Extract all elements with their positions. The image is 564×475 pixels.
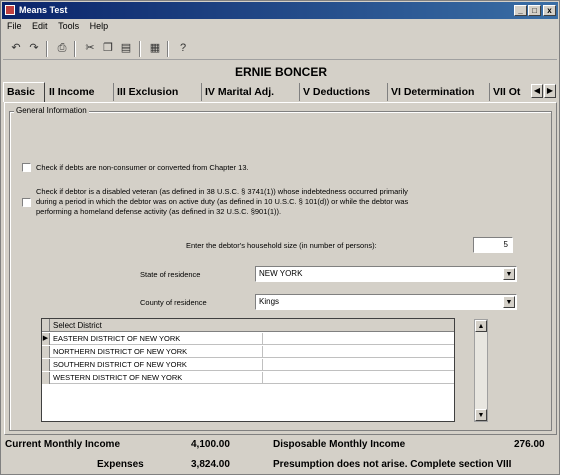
title-bar[interactable]: Means Test _ □ x (2, 2, 558, 19)
disabled-veteran-label-line1: Check if debtor is a disabled veteran (a… (36, 187, 408, 196)
district-cell[interactable]: WESTERN DISTRICT OF NEW YORK (53, 372, 182, 384)
chevron-down-icon[interactable]: ▼ (503, 268, 515, 280)
current-monthly-income-label: Current Monthly Income (5, 439, 121, 450)
presumption-status: Presumption does not arise. Complete sec… (273, 459, 512, 470)
tab-exclusion[interactable]: III Exclusion (114, 83, 202, 101)
disposable-monthly-income-label: Disposable Monthly Income (273, 439, 406, 450)
column-divider (262, 346, 263, 358)
means-test-window: Means Test _ □ x File Edit Tools Help ↶ … (0, 0, 560, 475)
row-selector-icon: ▶ (42, 333, 50, 345)
tab-determination[interactable]: VI Determination (388, 83, 490, 101)
disposable-monthly-income-value: 276.00 (514, 439, 545, 450)
paste-icon[interactable]: ▤ (117, 40, 135, 57)
household-size-label: Enter the debtor's household size (in nu… (186, 241, 377, 250)
tab-other[interactable]: VII Ot (490, 83, 530, 101)
menu-help[interactable]: Help (90, 21, 109, 31)
basic-panel: General Information Check if debts are n… (4, 102, 557, 435)
tab-scroll-right-icon[interactable]: ▶ (544, 84, 556, 98)
household-size-input[interactable]: 5 (473, 237, 513, 253)
column-divider (262, 359, 263, 371)
app-icon (5, 5, 15, 15)
disabled-veteran-checkbox[interactable] (22, 198, 31, 207)
maximize-button[interactable]: □ (528, 5, 541, 16)
table-row[interactable]: NORTHERN DISTRICT OF NEW YORK (42, 346, 454, 358)
toolbar-separator (74, 41, 76, 57)
print-icon[interactable]: ⎙ (53, 40, 71, 57)
column-divider (262, 333, 263, 345)
current-monthly-income-value: 4,100.00 (191, 439, 230, 450)
toolbar: ↶ ↷ ⎙ ✂ ❐ ▤ ▦ ? (3, 38, 557, 60)
district-cell[interactable]: SOUTHERN DISTRICT OF NEW YORK (53, 359, 187, 371)
menu-file[interactable]: File (7, 21, 22, 31)
row-selector (42, 372, 50, 384)
state-value: NEW YORK (259, 269, 303, 278)
grid-corner-cell (42, 319, 50, 332)
table-row[interactable]: ▶ EASTERN DISTRICT OF NEW YORK (42, 333, 454, 345)
county-value: Kings (259, 297, 280, 306)
copy-icon[interactable]: ❐ (99, 40, 117, 57)
row-selector (42, 346, 50, 358)
help-icon[interactable]: ? (174, 40, 192, 57)
non-consumer-label: Check if debts are non-consumer or conve… (36, 163, 249, 172)
county-select[interactable]: Kings ▼ (255, 294, 517, 310)
toolbar-separator (167, 41, 169, 57)
menu-bar: File Edit Tools Help (3, 21, 112, 35)
grid-header-select-district: Select District (53, 321, 102, 330)
chevron-down-icon[interactable]: ▼ (503, 296, 515, 308)
scroll-down-icon[interactable]: ▼ (475, 409, 487, 421)
district-cell[interactable]: NORTHERN DISTRICT OF NEW YORK (53, 346, 187, 358)
scroll-up-icon[interactable]: ▲ (475, 320, 487, 332)
toolbar-separator (46, 41, 48, 57)
menu-tools[interactable]: Tools (58, 21, 79, 31)
tab-strip: Basic II Income III Exclusion IV Marital… (3, 82, 559, 102)
tab-marital-adj[interactable]: IV Marital Adj. (202, 83, 300, 101)
calculator-icon[interactable]: ▦ (146, 40, 164, 57)
non-consumer-checkbox[interactable] (22, 163, 31, 172)
close-button[interactable]: x (543, 5, 556, 16)
disabled-veteran-label-line2: during a period in which the debtor was … (36, 197, 409, 206)
menu-edit[interactable]: Edit (32, 21, 48, 31)
expenses-label: Expenses (97, 459, 144, 470)
undo-icon[interactable]: ↶ (7, 40, 25, 57)
grid-scrollbar[interactable]: ▲ ▼ (474, 319, 488, 422)
county-label: County of residence (140, 298, 207, 307)
state-label: State of residence (140, 270, 201, 279)
grid-header: Select District (42, 319, 454, 332)
tab-deductions[interactable]: V Deductions (300, 83, 388, 101)
state-select[interactable]: NEW YORK ▼ (255, 266, 517, 282)
tab-income[interactable]: II Income (46, 83, 114, 101)
group-title: General Information (14, 106, 89, 115)
cut-icon[interactable]: ✂ (81, 40, 99, 57)
redo-icon[interactable]: ↷ (25, 40, 43, 57)
table-row[interactable]: WESTERN DISTRICT OF NEW YORK (42, 372, 454, 384)
table-row[interactable]: SOUTHERN DISTRICT OF NEW YORK (42, 359, 454, 371)
minimize-button[interactable]: _ (514, 5, 527, 16)
disabled-veteran-label-line3: performing a homeland defense activity (… (36, 207, 282, 216)
district-grid[interactable]: Select District ▶ EASTERN DISTRICT OF NE… (41, 318, 455, 422)
column-divider (262, 372, 263, 384)
row-selector (42, 359, 50, 371)
client-name: ERNIE BONCER (234, 65, 327, 79)
summary-bar: Current Monthly Income 4,100.00 Disposab… (1, 435, 561, 475)
tab-scroll-left-icon[interactable]: ◀ (531, 84, 543, 98)
toolbar-separator (139, 41, 141, 57)
expenses-value: 3,824.00 (191, 459, 230, 470)
district-cell[interactable]: EASTERN DISTRICT OF NEW YORK (53, 333, 180, 345)
window-title: Means Test (19, 5, 68, 15)
tab-basic[interactable]: Basic (3, 82, 45, 102)
